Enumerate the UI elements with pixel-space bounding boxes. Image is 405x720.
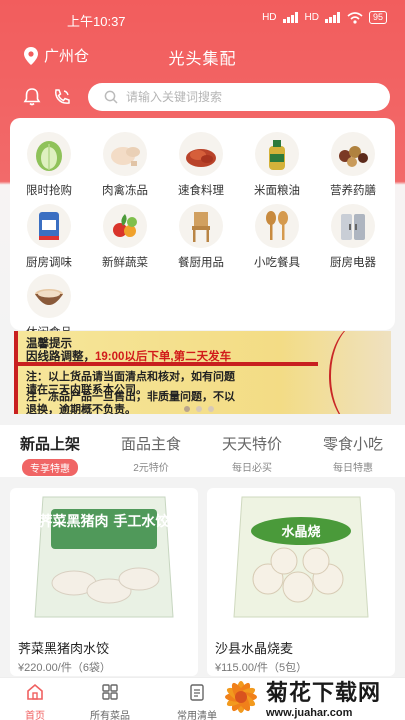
notice-divider xyxy=(18,362,318,366)
category-item-vegetables[interactable]: 新鲜蔬菜 xyxy=(90,204,160,270)
oil-bottle-icon xyxy=(255,132,299,176)
category-label: 餐厨用品 xyxy=(178,257,224,269)
category-label: 米面粮油 xyxy=(254,185,300,197)
package-text: 水晶烧 xyxy=(281,524,320,540)
tab-noodles-staples[interactable]: 面品主食 2元特价 xyxy=(101,433,201,474)
category-item-nutrition[interactable]: 营养药膳 xyxy=(318,132,388,198)
category-item-kitchenware[interactable]: 餐厨用品 xyxy=(166,204,236,270)
product-image: 荠菜黑猪肉 手工水饺 xyxy=(10,488,198,626)
tab-subtitle: 2元特价 xyxy=(133,463,169,474)
promo-tabs: 新品上架 专享特惠 面品主食 2元特价 天天特价 每日必买 零食小吃 每日特惠 xyxy=(0,425,405,477)
tab-subtitle: 每日特惠 xyxy=(333,463,373,474)
signal-icon xyxy=(282,12,299,23)
status-time: 上午10:37 xyxy=(67,14,126,29)
page-title: 光头集配 xyxy=(168,51,237,68)
category-grid: 限时抢购 肉禽冻品 速食料理 米面粮油 营养药膳 厨房调味 新鲜蔬菜 餐厨用品 … xyxy=(10,118,395,339)
chicken-icon xyxy=(103,132,147,176)
vegetables-icon xyxy=(103,204,147,248)
notice-note-1b: 请在三天内联系本公司。 xyxy=(26,384,147,396)
tab-snacks[interactable]: 零食小吃 每日特惠 xyxy=(303,433,403,474)
search-icon xyxy=(104,90,118,104)
snack-bowl-icon xyxy=(27,274,71,318)
tab-label: 新品上架 xyxy=(19,436,80,453)
category-label: 小吃餐具 xyxy=(254,257,300,269)
product-image: 水晶烧 xyxy=(207,488,395,626)
signal-icon-2 xyxy=(324,12,341,23)
product-price: ¥220.00/件（6袋） xyxy=(18,662,111,674)
package-text: 荠菜黑猪肉 手工水饺 xyxy=(39,513,171,530)
utensils-icon xyxy=(255,204,299,248)
product-name: 沙县水晶烧麦 xyxy=(215,641,294,656)
category-label: 厨房调味 xyxy=(26,257,72,269)
pagination-dot[interactable] xyxy=(196,406,202,412)
product-card[interactable]: 荠菜黑猪肉 手工水饺 荠菜黑猪肉水饺 ¥220.00/件（6袋） xyxy=(10,488,198,676)
nav-home[interactable]: 首页 xyxy=(0,682,70,720)
category-label: 肉禽冻品 xyxy=(102,185,148,197)
category-label: 速食料理 xyxy=(178,185,224,197)
tab-label: 面品主食 xyxy=(120,436,181,453)
status-bar: 上午10:37 HD HD 95 xyxy=(0,0,405,36)
tab-label: 天天特价 xyxy=(221,436,282,453)
herbs-icon xyxy=(331,132,375,176)
watermark-brand: 菊花下载网 xyxy=(266,680,382,705)
category-label: 新鲜蔬菜 xyxy=(102,257,148,269)
tab-label: 零食小吃 xyxy=(322,436,383,453)
pagination-dot[interactable] xyxy=(184,406,190,412)
search-row xyxy=(0,82,405,112)
pagination-dot[interactable] xyxy=(208,406,214,412)
category-item-instant-food[interactable]: 速食料理 xyxy=(166,132,236,198)
category-item-snack-tableware[interactable]: 小吃餐具 xyxy=(242,204,312,270)
phone-call-icon[interactable] xyxy=(52,87,72,107)
fridge-icon xyxy=(331,204,375,248)
nav-label: 首页 xyxy=(25,711,45,720)
nav-label: 所有菜品 xyxy=(90,711,130,720)
cooked-meat-icon xyxy=(179,132,223,176)
clipboard-icon xyxy=(190,684,204,701)
search-input[interactable] xyxy=(126,90,366,104)
banner-pagination xyxy=(184,406,214,412)
network-label-2: HD xyxy=(304,12,319,23)
category-item-meat-frozen[interactable]: 肉禽冻品 xyxy=(90,132,160,198)
wifi-icon xyxy=(347,11,363,24)
tab-subtitle: 专享特惠 xyxy=(22,459,78,476)
battery-icon: 95 xyxy=(368,11,387,24)
tab-daily-deals[interactable]: 天天特价 每日必买 xyxy=(202,433,302,474)
product-price: ¥115.00/件（5包） xyxy=(215,662,308,674)
network-label-1: HD xyxy=(262,12,277,23)
cabbage-icon xyxy=(27,132,71,176)
category-item-rice-oil[interactable]: 米面粮油 xyxy=(242,132,312,198)
category-item-seasoning[interactable]: 厨房调味 xyxy=(14,204,84,270)
chair-icon xyxy=(179,204,223,248)
category-label: 厨房电器 xyxy=(330,257,376,269)
tab-subtitle: 每日必买 xyxy=(232,463,272,474)
watermark-url: www.juahar.com xyxy=(266,707,353,719)
category-label: 营养药膳 xyxy=(330,185,376,197)
decorative-ribbon xyxy=(329,331,391,414)
flower-logo-icon xyxy=(225,681,257,713)
home-icon xyxy=(27,683,43,700)
search-box[interactable] xyxy=(88,83,390,111)
watermark: 菊花下载网 www.juahar.com xyxy=(218,674,405,720)
seasoning-bag-icon xyxy=(27,204,71,248)
nav-all-dishes[interactable]: 所有菜品 xyxy=(75,682,145,720)
bell-icon[interactable] xyxy=(22,87,42,107)
product-card[interactable]: 水晶烧 沙县水晶烧麦 ¥115.00/件（5包） xyxy=(207,488,395,676)
category-label: 限时抢购 xyxy=(26,185,72,197)
product-list: 荠菜黑猪肉 手工水饺 荠菜黑猪肉水饺 ¥220.00/件（6袋） 水晶烧 沙县水… xyxy=(0,481,405,677)
category-item-flash-sale[interactable]: 限时抢购 xyxy=(14,132,84,198)
status-icons: HD HD 95 xyxy=(262,11,387,24)
top-bar: 广州仓 光头集配 xyxy=(0,38,405,72)
tab-new-arrivals[interactable]: 新品上架 专享特惠 xyxy=(0,433,100,477)
product-name: 荠菜黑猪肉水饺 xyxy=(18,641,110,656)
category-item-appliances[interactable]: 厨房电器 xyxy=(318,204,388,270)
grid-icon xyxy=(102,684,118,700)
notice-banner[interactable]: 温馨提示 因线路调整，19:00以后下单,第二天发车 注：以上货品请当面清点和核… xyxy=(14,331,391,414)
